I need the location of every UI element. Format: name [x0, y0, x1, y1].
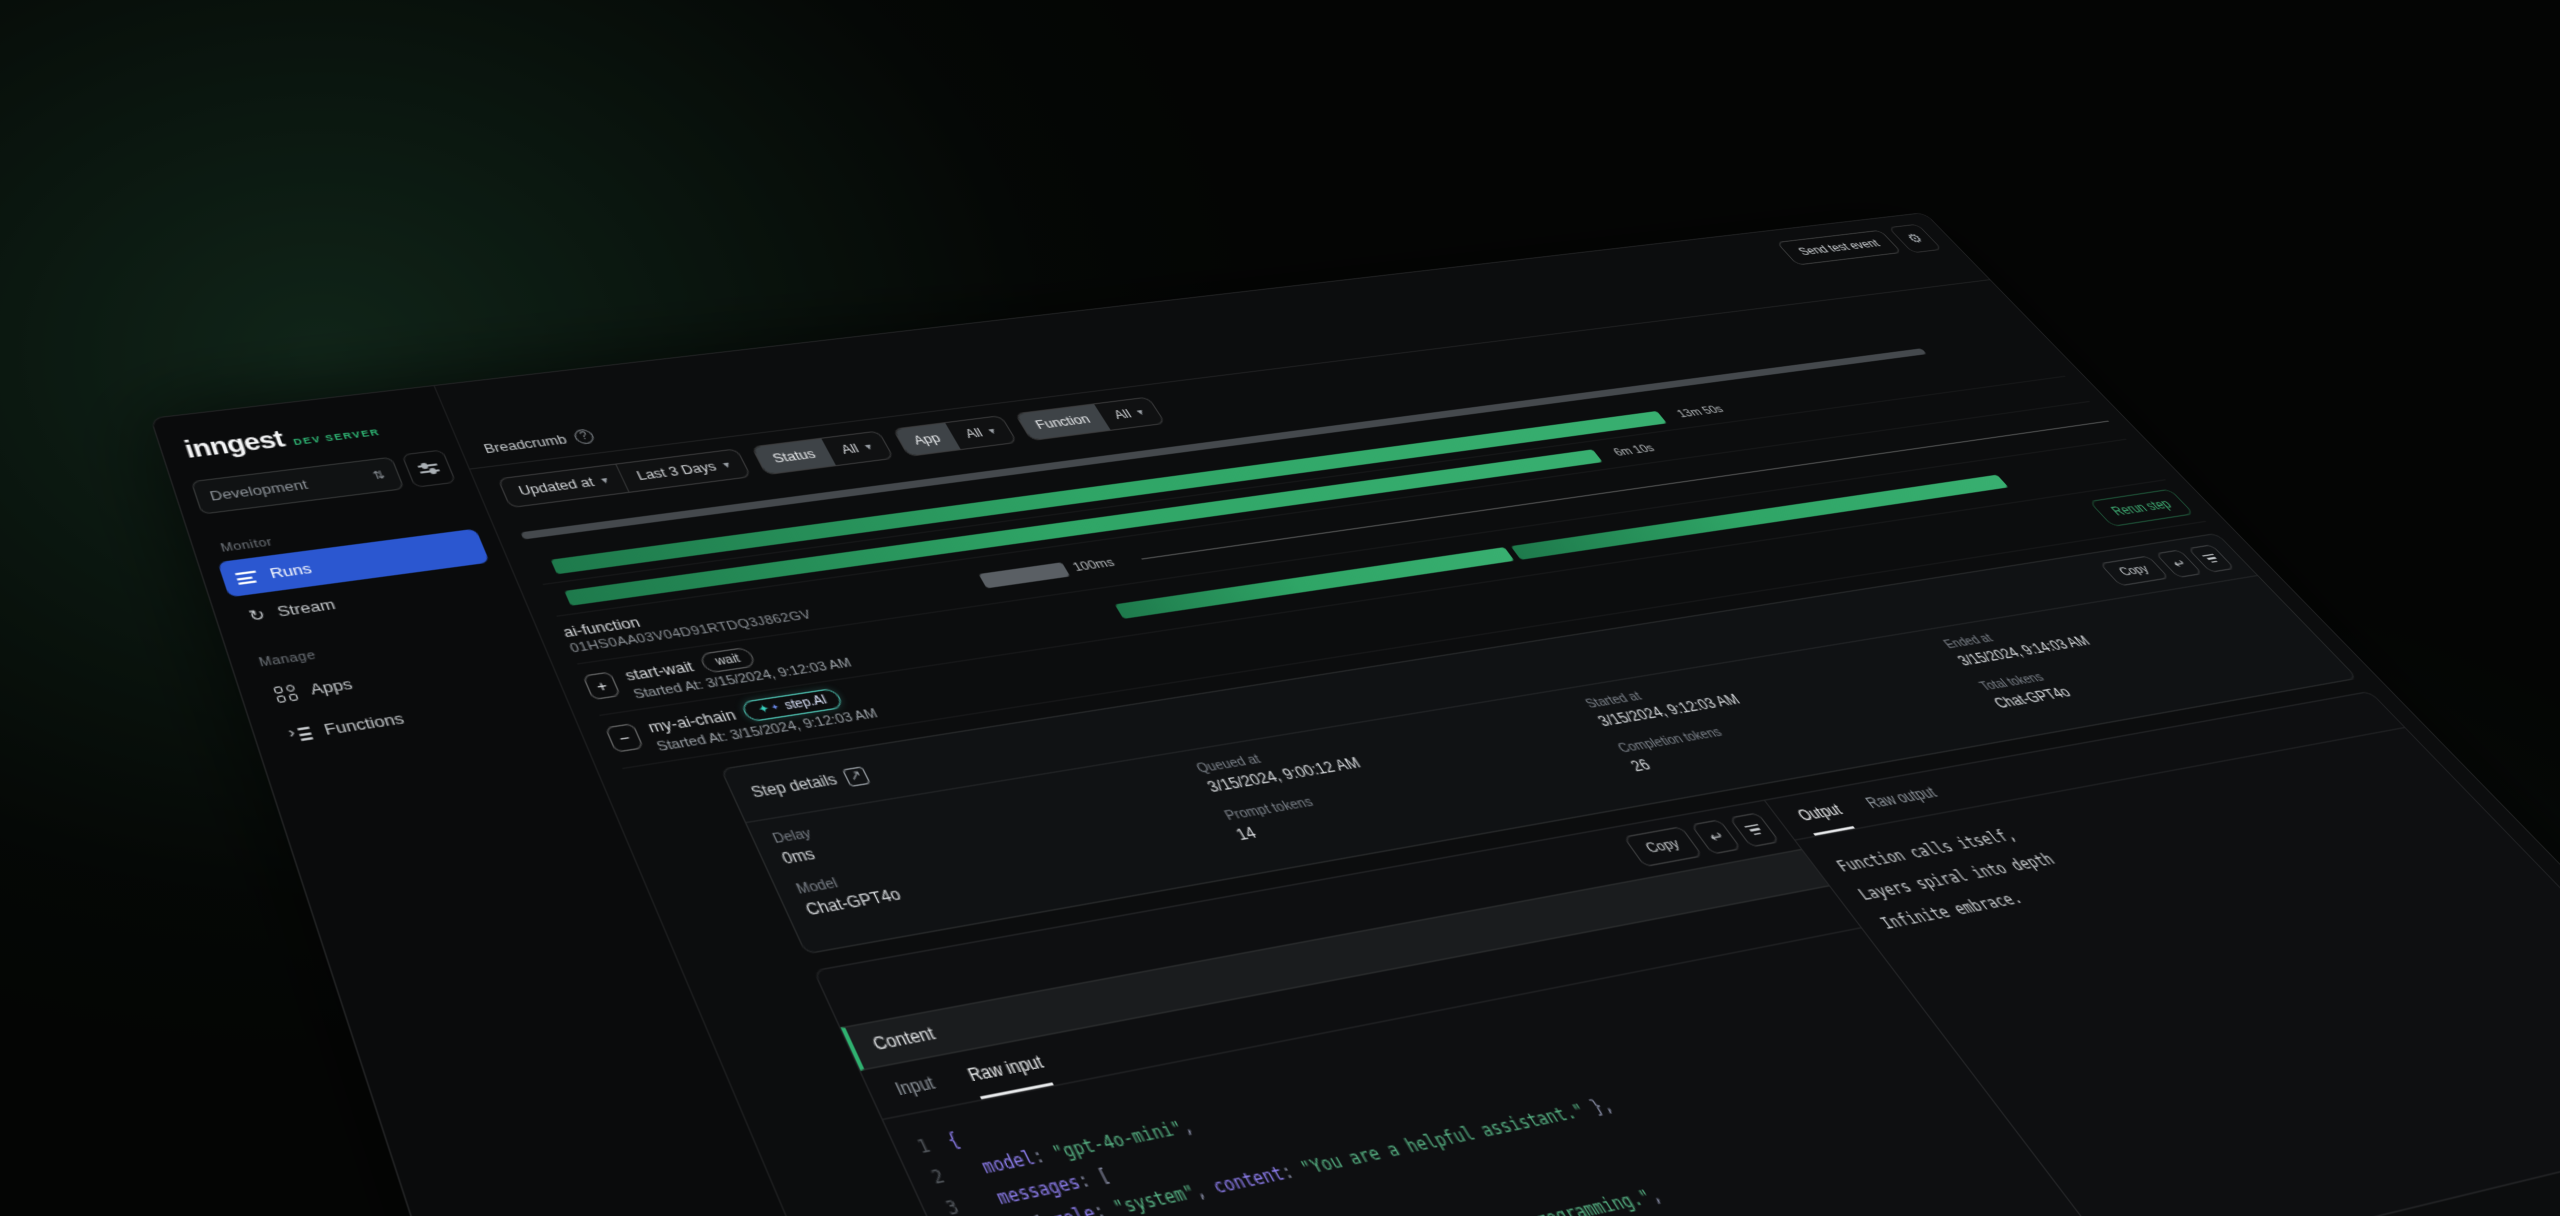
function-value: All — [1111, 407, 1134, 422]
sidebar-item-label: Apps — [308, 675, 355, 698]
step-details-title[interactable]: Step details ↗ — [748, 766, 870, 802]
sidebar-item-label: Stream — [275, 596, 338, 620]
chevron-down-icon: ▾ — [986, 426, 998, 437]
date-range-dropdown[interactable]: Last 3 Days ▾ — [616, 449, 751, 491]
wait-badge: wait — [698, 647, 758, 674]
sidebar-item-label: Runs — [267, 560, 313, 581]
gear-icon: ⚙ — [1903, 231, 1928, 246]
stream-refresh-icon: ↻ — [246, 606, 267, 623]
tab-input[interactable]: Input — [892, 1073, 945, 1114]
step-details-title-text: Step details — [748, 771, 840, 801]
status-value: All — [838, 442, 861, 457]
send-test-event-button[interactable]: Send test event — [1776, 230, 1902, 266]
updown-chevron-icon: ⇅ — [371, 468, 387, 482]
run-duration-label: 13m 50s — [1674, 403, 1726, 419]
word-wrap-icon: ↩ — [2168, 556, 2190, 571]
app-window: inngest DEV SERVER Development ⇅ Monitor… — [150, 212, 2560, 1216]
align-lines-icon — [1742, 821, 1766, 838]
app-value: All — [962, 426, 985, 441]
copy-button[interactable]: Copy — [2099, 556, 2169, 587]
expand-step-button[interactable]: + — [582, 671, 621, 700]
external-link-icon[interactable]: ↗ — [842, 766, 870, 787]
connection-settings-button[interactable] — [401, 449, 456, 487]
align-lines-icon — [2200, 552, 2223, 566]
sidebar-item-label: Functions — [322, 709, 407, 738]
chevron-down-icon: ▾ — [863, 441, 874, 452]
app-filter[interactable]: App All ▾ — [892, 415, 1018, 457]
sidebar-section-manage: Manage Apps Functions — [247, 614, 554, 756]
breadcrumb: Breadcrumb — [481, 432, 568, 455]
sliders-icon — [416, 459, 442, 477]
date-range-value: Last 3 Days — [634, 460, 719, 483]
chevron-down-icon: ▾ — [1134, 407, 1146, 418]
chevron-down-icon: ▾ — [599, 475, 610, 487]
environment-value: Development — [207, 476, 309, 503]
dev-server-label: DEV SERVER — [292, 427, 381, 447]
copy-button[interactable]: Copy — [1623, 826, 1703, 867]
function-filter-label: Function — [1016, 404, 1110, 440]
collapse-step-button[interactable]: − — [605, 723, 645, 753]
step-ai-badge-label: step.AI — [782, 693, 830, 713]
status-filter[interactable]: Status All ▾ — [751, 431, 894, 476]
wait-duration-bar[interactable] — [978, 562, 1069, 588]
step-details-toolbar: Copy ↩ — [2098, 544, 2235, 587]
status-filter-value[interactable]: All ▾ — [821, 432, 892, 466]
updated-at-dropdown[interactable]: Updated at ▾ — [499, 465, 629, 507]
chain-duration-label: 6m 10s — [1611, 442, 1658, 458]
main-panel: Send test event ⚙ Breadcrumb ? Updated a… — [435, 213, 2560, 1216]
chevron-down-icon: ▾ — [721, 459, 732, 470]
word-wrap-icon: ↩ — [1705, 828, 1728, 846]
updated-at-label: Updated at — [516, 475, 596, 498]
function-filter[interactable]: Function All ▾ — [1014, 397, 1166, 441]
wait-duration-label: 100ms — [1070, 556, 1117, 574]
rerun-step-button[interactable]: Rerun step — [2088, 488, 2194, 526]
functions-list-icon — [286, 724, 313, 744]
runs-list-icon — [234, 568, 260, 586]
sidebar-section-monitor: Monitor Runs ↻ Stream — [209, 504, 505, 635]
help-icon[interactable]: ? — [572, 428, 596, 444]
inngest-logo: inngest — [181, 426, 288, 464]
sparkle-icon: ✦ — [769, 702, 781, 712]
apps-grid-icon — [273, 684, 300, 703]
